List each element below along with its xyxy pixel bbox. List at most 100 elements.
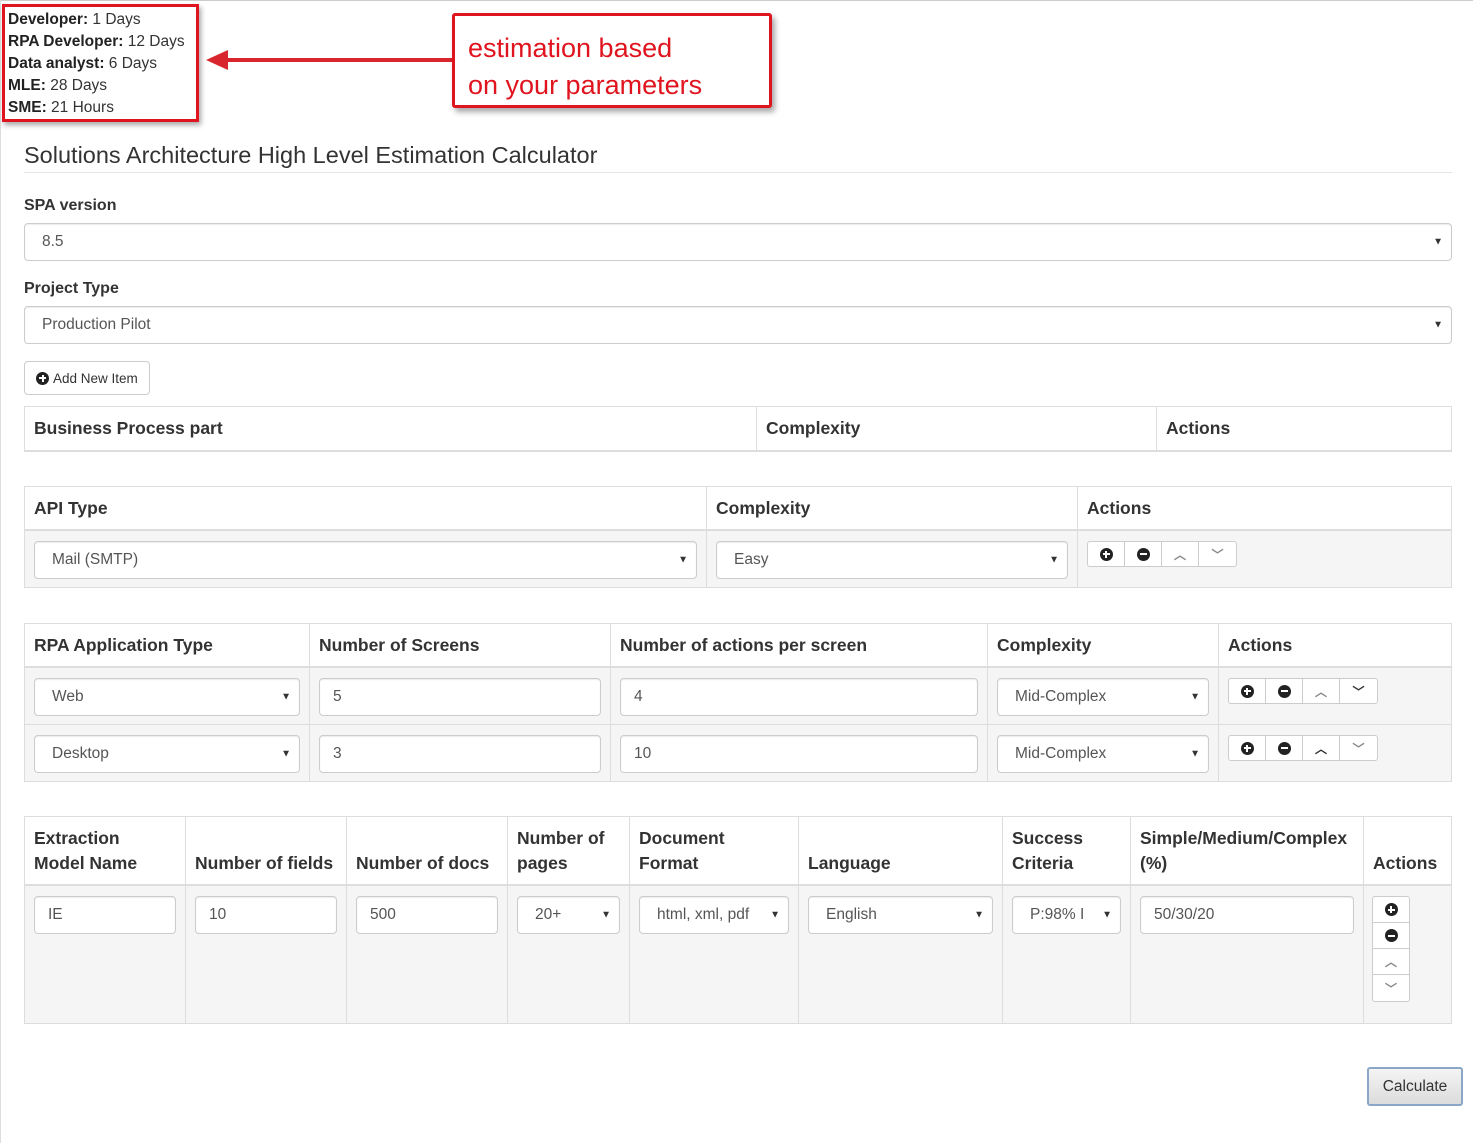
extraction-col-divider [507, 816, 508, 1024]
header-complexity: Complexity [997, 635, 1092, 655]
model-name-input[interactable]: IE [34, 896, 176, 934]
rpa-complexity-select[interactable]: Mid-Complex ▼ [997, 678, 1209, 716]
language-select[interactable]: English ▼ [808, 896, 993, 934]
complexity-ratio-input[interactable]: 50/30/20 [1140, 896, 1354, 934]
calculate-button[interactable]: Calculate [1367, 1067, 1463, 1106]
move-up-button[interactable]: ︿ [1303, 736, 1340, 760]
rpa-row-rule [24, 724, 1452, 725]
header-line: (%) [1140, 853, 1168, 873]
rpa-complexity-value: Mid-Complex [1015, 688, 1107, 705]
minus-circle-icon [1277, 741, 1291, 755]
business-col-divider [756, 406, 757, 452]
api-header-rule [24, 529, 1452, 531]
header-actions: Actions [1373, 853, 1438, 873]
rpa-app-type-select[interactable]: Web ▼ [34, 678, 300, 716]
document-format-select[interactable]: html, xml, pdf ▼ [639, 896, 789, 934]
document-format-value: html, xml, pdf [657, 906, 750, 923]
screens-input[interactable]: 5 [319, 678, 601, 716]
rpa-complexity-select[interactable]: Mid-Complex ▼ [997, 735, 1209, 773]
chevron-down-icon: ﹀ [1352, 741, 1365, 756]
remove-row-button[interactable] [1125, 542, 1162, 566]
spa-version-value: 8.5 [42, 233, 64, 250]
plus-circle-icon [36, 371, 49, 385]
header-success-criteria: Success Criteria [1012, 826, 1083, 876]
estimate-sme: SME: 21 Hours [8, 99, 114, 116]
language-value: English [826, 906, 877, 923]
estimate-developer: Developer: 1 Days [8, 11, 141, 28]
api-complexity-select[interactable]: Easy ▼ [716, 541, 1068, 579]
extraction-col-divider [346, 816, 347, 1024]
fields-input[interactable]: 10 [195, 896, 337, 934]
header-complexity-ratio: Simple/Medium/Complex (%) [1140, 826, 1347, 876]
rpa-app-type-select[interactable]: Desktop ▼ [34, 735, 300, 773]
remove-row-button[interactable] [1266, 679, 1303, 703]
annotation-callout: estimation based on your parameters [452, 13, 772, 108]
rpa-row-actions: ︿ ﹀ [1228, 735, 1378, 761]
add-row-button[interactable] [1229, 679, 1266, 703]
header-actions-per-screen: Number of actions per screen [620, 635, 868, 655]
add-row-button[interactable] [1088, 542, 1125, 566]
rpa-complexity-value: Mid-Complex [1015, 745, 1107, 762]
header-number-of-docs: Number of docs [356, 853, 490, 873]
chevron-up-icon: ︿ [1173, 547, 1186, 562]
pages-select[interactable]: 20+ ▼ [517, 896, 620, 934]
plus-circle-icon [1099, 547, 1113, 561]
spa-version-select[interactable]: 8.5 ▼ [24, 223, 1452, 261]
caret-down-icon: ▼ [281, 691, 291, 703]
chevron-down-icon: ﹀ [1352, 684, 1365, 699]
caret-down-icon: ▼ [678, 554, 688, 566]
api-type-select[interactable]: Mail (SMTP) ▼ [34, 541, 697, 579]
minus-circle-icon [1384, 929, 1398, 942]
header-line: Simple/Medium/Complex [1140, 828, 1348, 848]
header-line: Criteria [1012, 853, 1074, 873]
move-up-button[interactable]: ︿ [1303, 679, 1340, 703]
caret-down-icon: ▼ [974, 909, 984, 921]
api-type-value: Mail (SMTP) [52, 551, 139, 568]
api-col-divider [1077, 486, 1078, 588]
move-up-button[interactable]: ︿ [1373, 949, 1409, 975]
header-line: Success [1012, 828, 1084, 848]
rpa-col-divider [1218, 623, 1219, 782]
chevron-up-icon: ︿ [1314, 741, 1327, 756]
add-new-item-label: Add New Item [53, 370, 138, 386]
screens-input[interactable]: 3 [319, 735, 601, 773]
remove-row-button[interactable] [1266, 736, 1303, 760]
move-up-button[interactable]: ︿ [1162, 542, 1199, 566]
chevron-up-icon: ︿ [1314, 684, 1327, 699]
plus-circle-icon [1240, 684, 1254, 698]
add-row-button[interactable] [1229, 736, 1266, 760]
caret-down-icon: ▼ [770, 909, 780, 921]
plus-circle-icon [1240, 741, 1254, 755]
extraction-col-divider [185, 816, 186, 1024]
actions-per-screen-input[interactable]: 4 [620, 678, 978, 716]
header-line: Model Name [34, 853, 138, 873]
add-row-button[interactable] [1373, 897, 1409, 923]
project-type-select[interactable]: Production Pilot ▼ [24, 306, 1452, 344]
api-row-actions: ︿ ﹀ [1087, 541, 1237, 567]
title-divider [24, 172, 1452, 173]
header-document-format: Document Format [639, 826, 725, 876]
api-complexity-value: Easy [734, 551, 769, 568]
move-down-button[interactable]: ﹀ [1373, 975, 1409, 1001]
move-down-button[interactable]: ﹀ [1199, 542, 1236, 566]
project-type-value: Production Pilot [42, 316, 151, 333]
estimate-mle: MLE: 28 Days [8, 77, 108, 94]
plus-circle-icon [1384, 903, 1398, 916]
add-new-item-button[interactable]: Add New Item [24, 361, 150, 395]
header-line: Number of [517, 828, 605, 848]
spa-version-label: SPA version [24, 197, 117, 214]
remove-row-button[interactable] [1373, 923, 1409, 949]
extraction-col-divider [1130, 816, 1131, 1024]
actions-per-screen-input[interactable]: 10 [620, 735, 978, 773]
header-language: Language [808, 853, 891, 873]
move-down-button[interactable]: ﹀ [1340, 736, 1377, 760]
caret-down-icon: ▼ [1190, 691, 1200, 703]
header-complexity: Complexity [716, 498, 811, 518]
caret-down-icon: ▼ [1102, 909, 1112, 921]
success-criteria-select[interactable]: P:98% I ▼ [1012, 896, 1121, 934]
success-criteria-value: P:98% I [1030, 906, 1085, 923]
header-number-of-screens: Number of Screens [319, 635, 480, 655]
docs-input[interactable]: 500 [356, 896, 498, 934]
rpa-header-rule [24, 666, 1452, 668]
move-down-button[interactable]: ﹀ [1340, 679, 1377, 703]
